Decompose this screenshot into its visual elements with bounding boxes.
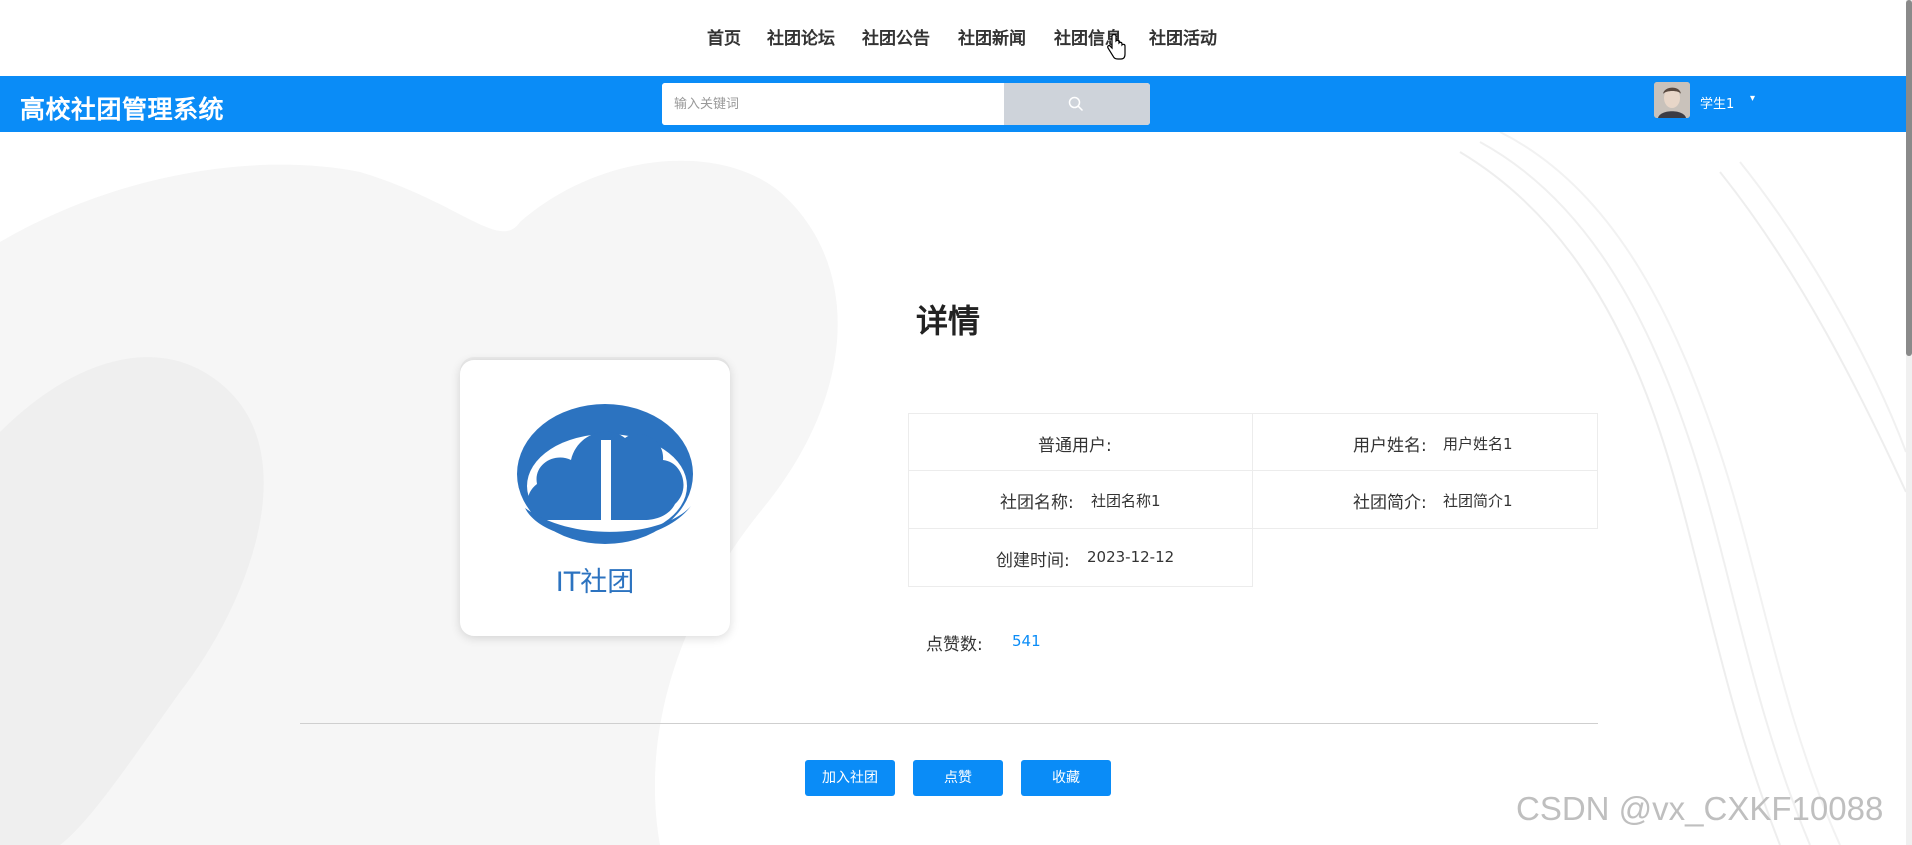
user-name[interactable]: 学生1 <box>1700 93 1734 112</box>
cloud-logo-icon <box>517 404 693 544</box>
page-title: 详情 <box>916 302 981 340</box>
logo-text: IT社团 <box>555 567 635 598</box>
field-value-club-intro: 社团简介1 <box>1443 492 1513 510</box>
watermark: CSDN @vx_CXKF10088 <box>1516 790 1884 827</box>
search-input[interactable] <box>662 83 1004 125</box>
nav-item-home[interactable]: 首页 <box>707 24 741 49</box>
scrollbar[interactable] <box>1906 0 1912 845</box>
scrollbar-thumb[interactable] <box>1906 0 1912 356</box>
info-table: 普通用户: 用户姓名: 用户姓名1 社团名称: 社团名称1 社团简介: 社团简介… <box>908 413 1598 587</box>
avatar-image <box>1654 82 1690 118</box>
field-value-created-time: 2023-12-12 <box>1087 548 1175 566</box>
nav-item-announcements[interactable]: 社团公告 <box>862 24 930 49</box>
field-label-club-name: 社团名称: <box>1000 493 1074 513</box>
chevron-down-icon[interactable]: ▾ <box>1750 93 1755 104</box>
site-title: 高校社团管理系统 <box>20 95 225 124</box>
nav-item-forum[interactable]: 社团论坛 <box>767 24 835 49</box>
like-button[interactable]: 点赞 <box>913 760 1003 796</box>
search-box <box>662 83 1150 125</box>
field-value-club-name: 社团名称1 <box>1091 492 1161 510</box>
header-bar: 高校社团管理系统 学生1 ▾ <box>0 76 1906 132</box>
join-club-button[interactable]: 加入社团 <box>805 760 895 796</box>
search-icon <box>1068 96 1084 112</box>
divider <box>300 723 1598 724</box>
field-label-user: 普通用户: <box>1038 436 1112 456</box>
field-label-club-intro: 社团简介: <box>1353 493 1427 513</box>
table-cell: 社团简介: 社团简介1 <box>1252 470 1598 529</box>
nav-item-activities[interactable]: 社团活动 <box>1149 24 1217 49</box>
hand-cursor-icon <box>1107 34 1126 60</box>
search-button[interactable] <box>1004 83 1150 125</box>
club-image-card: IT社团 <box>460 360 730 636</box>
likes-count: 541 <box>1012 632 1041 650</box>
field-value-username: 用户姓名1 <box>1443 435 1513 453</box>
nav-item-news[interactable]: 社团新闻 <box>958 24 1026 49</box>
table-cell: 普通用户: <box>908 413 1253 471</box>
table-cell: 社团名称: 社团名称1 <box>908 470 1253 529</box>
avatar[interactable] <box>1654 82 1690 118</box>
field-label-username: 用户姓名: <box>1353 436 1427 456</box>
table-cell: 用户姓名: 用户姓名1 <box>1252 413 1598 471</box>
table-cell: 创建时间: 2023-12-12 <box>908 528 1253 587</box>
top-nav: 首页 社团论坛 社团公告 社团新闻 社团信息 社团活动 <box>0 0 1912 76</box>
field-label-created-time: 创建时间: <box>996 551 1070 571</box>
likes-label: 点赞数: <box>926 635 983 655</box>
favorite-button[interactable]: 收藏 <box>1021 760 1111 796</box>
